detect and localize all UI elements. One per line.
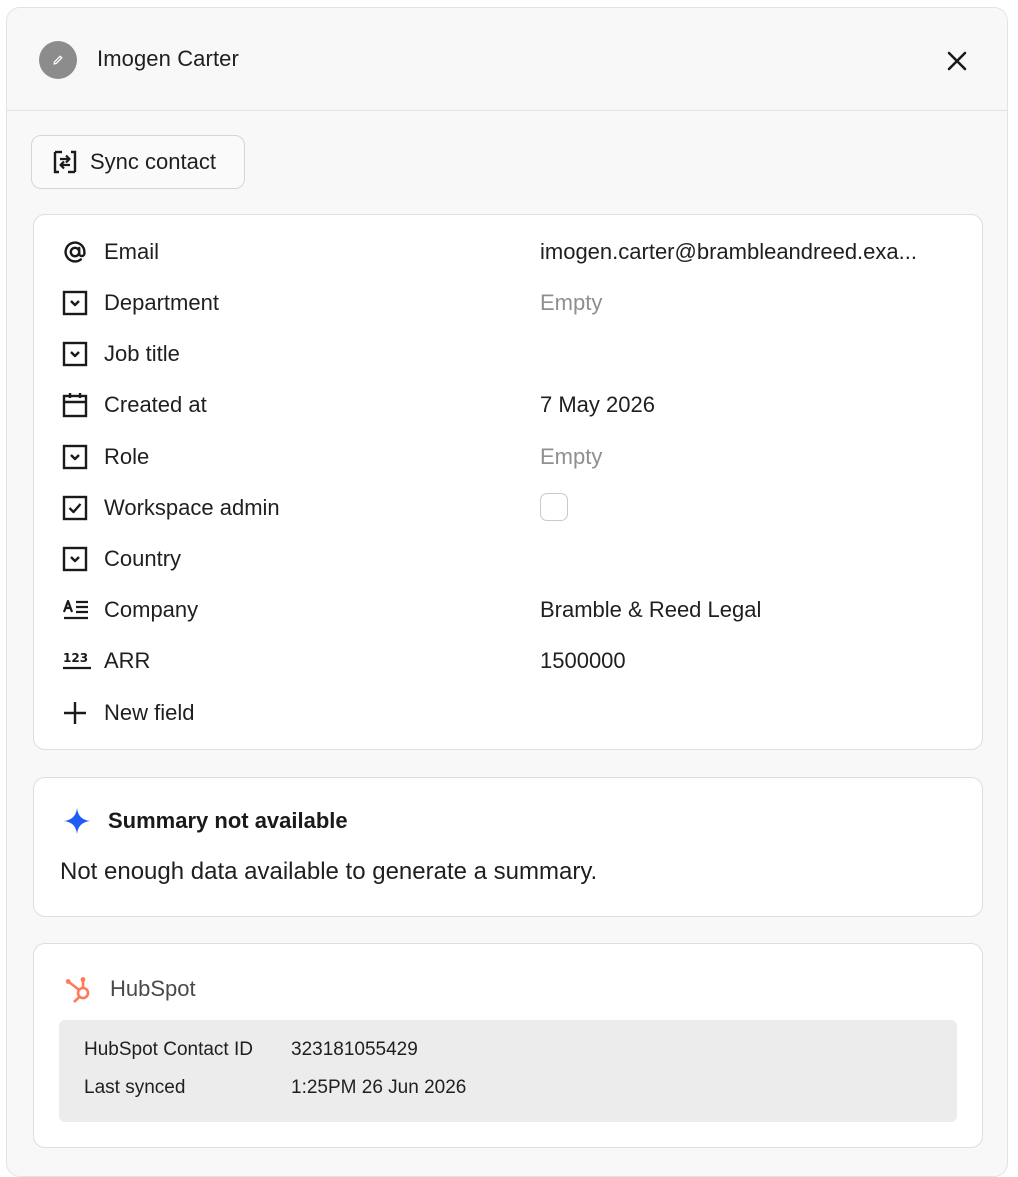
plus-icon xyxy=(64,702,86,724)
at-icon xyxy=(64,241,86,263)
field-label: Email xyxy=(104,239,160,264)
field-label: Created at xyxy=(104,392,207,417)
hubspot-row-value: 1:25PM 26 Jun 2026 xyxy=(291,1077,467,1098)
field-value: 7 May 2026 xyxy=(540,392,655,417)
field-country[interactable]: Country xyxy=(62,539,962,579)
calendar-icon xyxy=(62,393,88,418)
field-created-at[interactable]: Created at 7 May 2026 xyxy=(62,385,962,425)
field-company[interactable]: Company Bramble & Reed Legal xyxy=(62,590,962,630)
summary-header: Summary not available xyxy=(62,806,348,836)
panel-header: Imogen Carter xyxy=(7,8,1007,111)
hubspot-row-label: Last synced xyxy=(84,1077,186,1098)
field-value: 1500000 xyxy=(540,648,626,673)
checkbox-icon xyxy=(62,495,88,521)
field-value: Empty xyxy=(540,290,603,315)
hubspot-card: HubSpot HubSpot Contact ID 323181055429 … xyxy=(33,943,983,1148)
select-icon xyxy=(62,341,88,367)
hubspot-row-label: HubSpot Contact ID xyxy=(84,1039,253,1060)
summary-body: Not enough data available to generate a … xyxy=(60,858,598,885)
close-icon xyxy=(947,51,967,71)
sync-contact-label: Sync contact xyxy=(90,149,216,174)
contact-panel: Imogen Carter Sync contact Email imogen.… xyxy=(6,7,1008,1177)
field-label: ARR xyxy=(104,648,151,673)
field-department[interactable]: Department Empty xyxy=(62,283,962,323)
field-arr[interactable]: 123 ARR 1500000 xyxy=(62,641,962,681)
field-value: imogen.carter@brambleandreed.exa... xyxy=(540,239,917,264)
new-field-button[interactable]: New field xyxy=(62,693,962,733)
hubspot-header: HubSpot xyxy=(64,974,196,1004)
field-label: Workspace admin xyxy=(104,495,280,520)
hubspot-logo-icon xyxy=(65,977,90,1003)
close-button[interactable] xyxy=(941,45,973,77)
hubspot-row: Last synced 1:25PM 26 Jun 2026 xyxy=(84,1077,466,1099)
avatar[interactable] xyxy=(39,41,77,79)
hubspot-row: HubSpot Contact ID 323181055429 xyxy=(84,1039,418,1061)
sparkle-icon xyxy=(64,808,90,834)
field-label: Job title xyxy=(104,341,180,366)
sync-contact-button[interactable]: Sync contact xyxy=(31,135,245,189)
select-icon xyxy=(62,444,88,470)
hubspot-row-value: 323181055429 xyxy=(291,1039,418,1060)
field-email[interactable]: Email imogen.carter@brambleandreed.exa..… xyxy=(62,232,962,272)
sync-icon xyxy=(53,150,77,174)
field-label: Role xyxy=(104,444,150,469)
field-workspace-admin[interactable]: Workspace admin xyxy=(62,488,962,528)
field-role[interactable]: Role Empty xyxy=(62,437,962,477)
select-icon xyxy=(62,546,88,572)
summary-card: Summary not available Not enough data av… xyxy=(33,777,983,917)
field-label: Department xyxy=(104,290,219,315)
workspace-admin-checkbox[interactable] xyxy=(540,493,568,521)
text-icon xyxy=(62,599,88,620)
select-icon xyxy=(62,290,88,316)
field-value: Bramble & Reed Legal xyxy=(540,597,762,622)
hubspot-title: HubSpot xyxy=(110,976,196,1001)
number-icon: 123 xyxy=(63,651,91,670)
field-job-title[interactable]: Job title xyxy=(62,334,962,374)
field-value: Empty xyxy=(540,444,603,469)
field-label: Country xyxy=(104,546,182,571)
summary-title: Summary not available xyxy=(108,808,348,833)
field-label: Company xyxy=(104,597,199,622)
new-field-label: New field xyxy=(104,700,195,725)
svg-text:123: 123 xyxy=(63,651,88,665)
page-title: Imogen Carter xyxy=(97,46,239,71)
pencil-icon xyxy=(53,55,63,65)
hubspot-details: HubSpot Contact ID 323181055429 Last syn… xyxy=(59,1020,957,1122)
fields-card: Email imogen.carter@brambleandreed.exa..… xyxy=(33,214,983,750)
